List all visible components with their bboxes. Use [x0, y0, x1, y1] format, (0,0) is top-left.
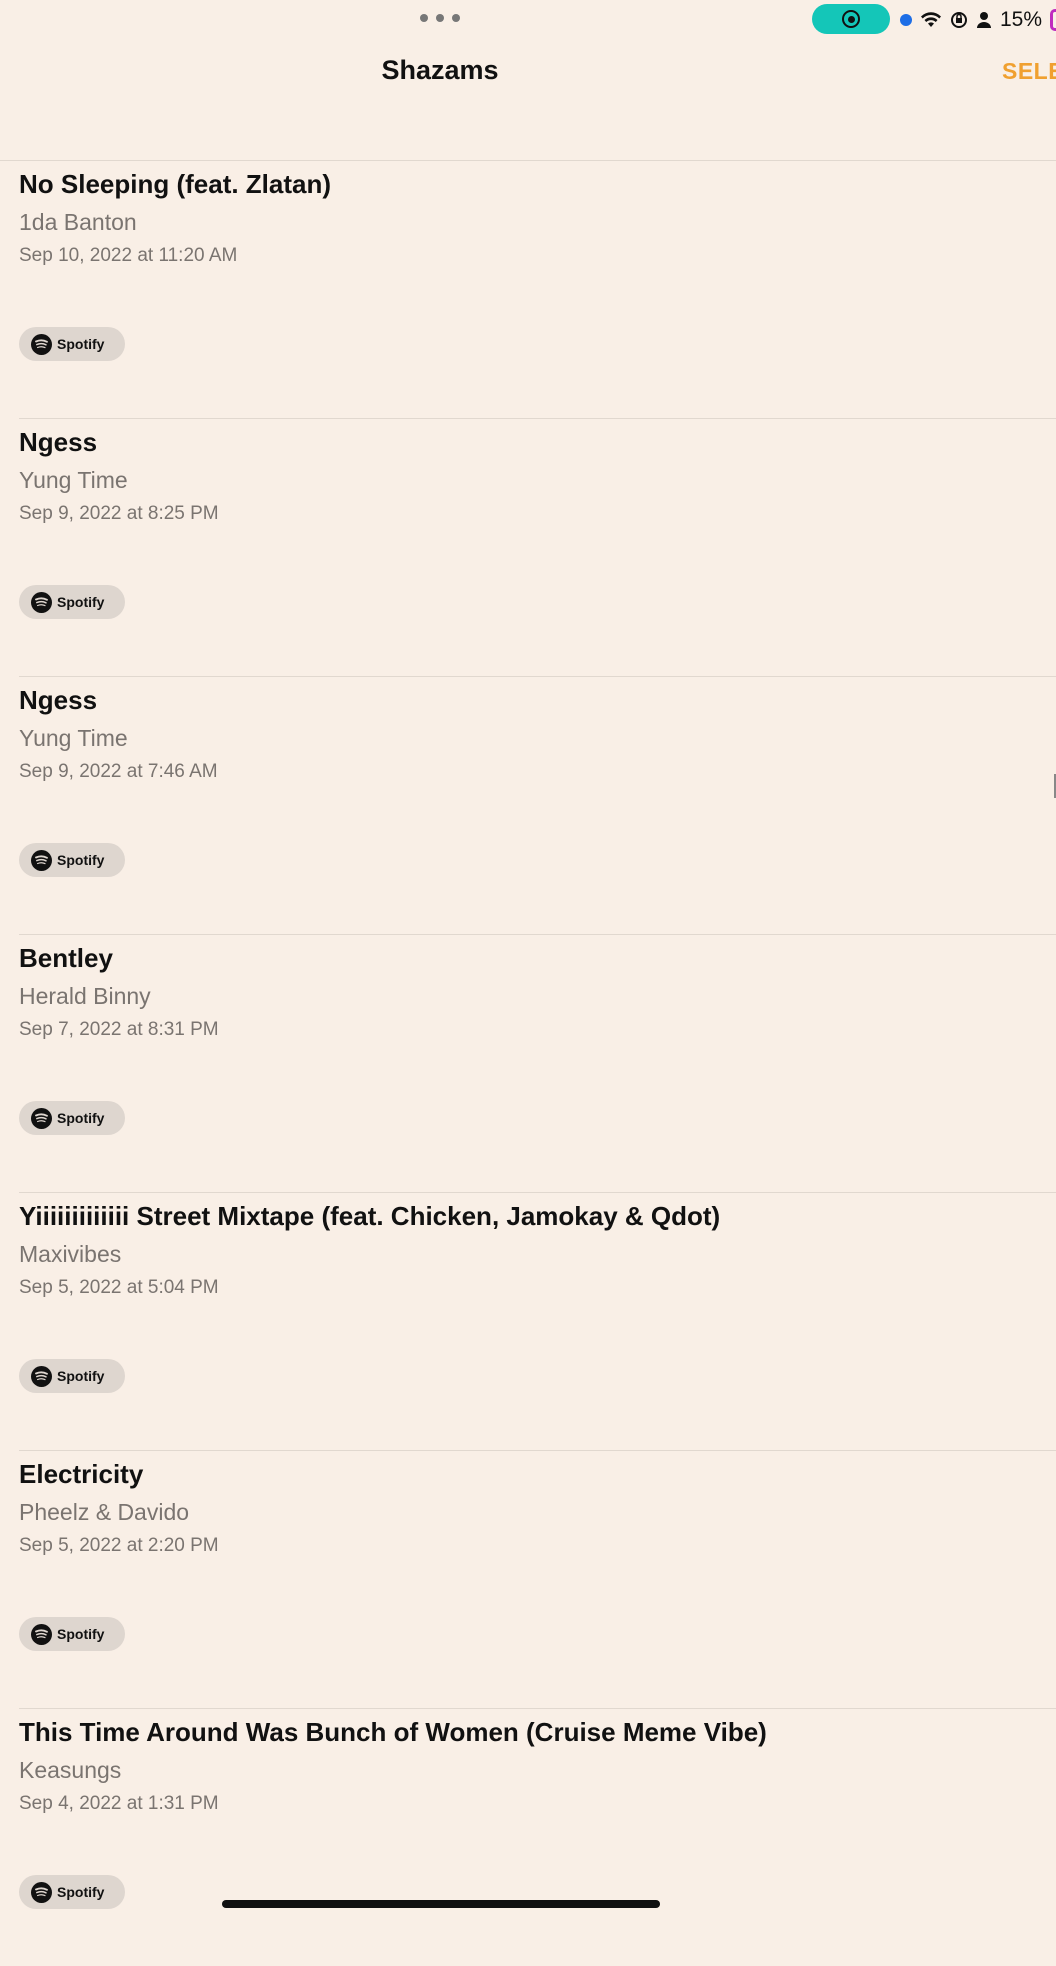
spotify-label: Spotify	[57, 852, 105, 868]
shazam-list[interactable]: No Sleeping (feat. Zlatan) 1da Banton Se…	[0, 161, 1056, 1966]
spotify-icon	[31, 1623, 52, 1645]
battery-percentage: 15%	[1000, 8, 1043, 31]
shazam-date: Sep 5, 2022 at 5:04 PM	[19, 1277, 219, 1298]
spotify-button[interactable]: Spotify	[19, 585, 125, 619]
screen-recording-indicator[interactable]	[812, 4, 890, 34]
song-artist: Keasungs	[19, 1757, 122, 1783]
song-title: Ngess	[19, 427, 98, 457]
spotify-label: Spotify	[57, 1626, 105, 1642]
list-item[interactable]: Bentley Herald Binny Sep 7, 2022 at 8:31…	[19, 935, 1056, 1193]
spotify-icon	[31, 1107, 52, 1129]
song-artist: 1da Banton	[19, 209, 137, 235]
song-artist: Yung Time	[19, 725, 128, 751]
spotify-button[interactable]: Spotify	[19, 1101, 125, 1135]
spotify-label: Spotify	[57, 1368, 105, 1384]
song-artist: Yung Time	[19, 467, 128, 493]
spotify-icon	[31, 333, 52, 355]
spotify-label: Spotify	[57, 1884, 105, 1900]
record-icon	[842, 10, 860, 28]
location-dot-icon	[900, 14, 912, 26]
list-item[interactable]: Ngess Yung Time Sep 9, 2022 at 7:46 AM S…	[19, 677, 1056, 935]
spotify-icon	[31, 591, 52, 613]
spotify-button[interactable]: Spotify	[19, 1359, 125, 1393]
spotify-label: Spotify	[57, 336, 105, 352]
list-item[interactable]: This Time Around Was Bunch of Women (Cru…	[19, 1709, 1056, 1966]
page-title: Shazams	[381, 55, 499, 85]
shazam-date: Sep 10, 2022 at 11:20 AM	[19, 245, 238, 266]
wifi-icon	[921, 12, 941, 27]
song-title: Yiiiiiiiiiiiii Street Mixtape (feat. Chi…	[19, 1201, 721, 1231]
spotify-button[interactable]: Spotify	[19, 1617, 125, 1651]
song-title: This Time Around Was Bunch of Women (Cru…	[19, 1717, 767, 1747]
song-title: Bentley	[19, 943, 113, 973]
song-title: Electricity	[19, 1459, 144, 1489]
orientation-lock-icon	[951, 12, 967, 28]
status-icons: 15%	[900, 6, 1056, 34]
spotify-label: Spotify	[57, 1110, 105, 1126]
select-button[interactable]: SELE	[1002, 58, 1056, 85]
spotify-button[interactable]: Spotify	[19, 1875, 125, 1909]
shazam-date: Sep 9, 2022 at 8:25 PM	[19, 503, 219, 524]
shazam-date: Sep 4, 2022 at 1:31 PM	[19, 1793, 219, 1814]
spotify-button[interactable]: Spotify	[19, 327, 125, 361]
shazam-date: Sep 7, 2022 at 8:31 PM	[19, 1019, 219, 1040]
spotify-icon	[31, 1881, 52, 1903]
spotify-label: Spotify	[57, 594, 105, 610]
song-artist: Maxivibes	[19, 1241, 122, 1267]
shazam-date: Sep 5, 2022 at 2:20 PM	[19, 1535, 219, 1556]
song-title: No Sleeping (feat. Zlatan)	[19, 169, 332, 199]
song-title: Ngess	[19, 685, 98, 715]
shazam-date: Sep 9, 2022 at 7:46 AM	[19, 761, 218, 782]
list-item[interactable]: No Sleeping (feat. Zlatan) 1da Banton Se…	[19, 161, 1056, 419]
list-item[interactable]: Ngess Yung Time Sep 9, 2022 at 8:25 PM S…	[19, 419, 1056, 677]
song-artist: Pheelz & Davido	[19, 1499, 190, 1525]
list-item[interactable]: Electricity Pheelz & Davido Sep 5, 2022 …	[19, 1451, 1056, 1709]
status-bar: 15%	[0, 0, 1056, 40]
home-indicator[interactable]	[222, 1900, 660, 1908]
multitasking-menu-icon[interactable]	[420, 12, 460, 24]
spotify-button[interactable]: Spotify	[19, 843, 125, 877]
person-icon	[977, 12, 991, 28]
list-item[interactable]: Yiiiiiiiiiiiii Street Mixtape (feat. Chi…	[19, 1193, 1056, 1451]
spotify-icon	[31, 1365, 52, 1387]
spotify-icon	[31, 849, 52, 871]
battery-icon	[1050, 9, 1056, 31]
song-artist: Herald Binny	[19, 983, 151, 1009]
